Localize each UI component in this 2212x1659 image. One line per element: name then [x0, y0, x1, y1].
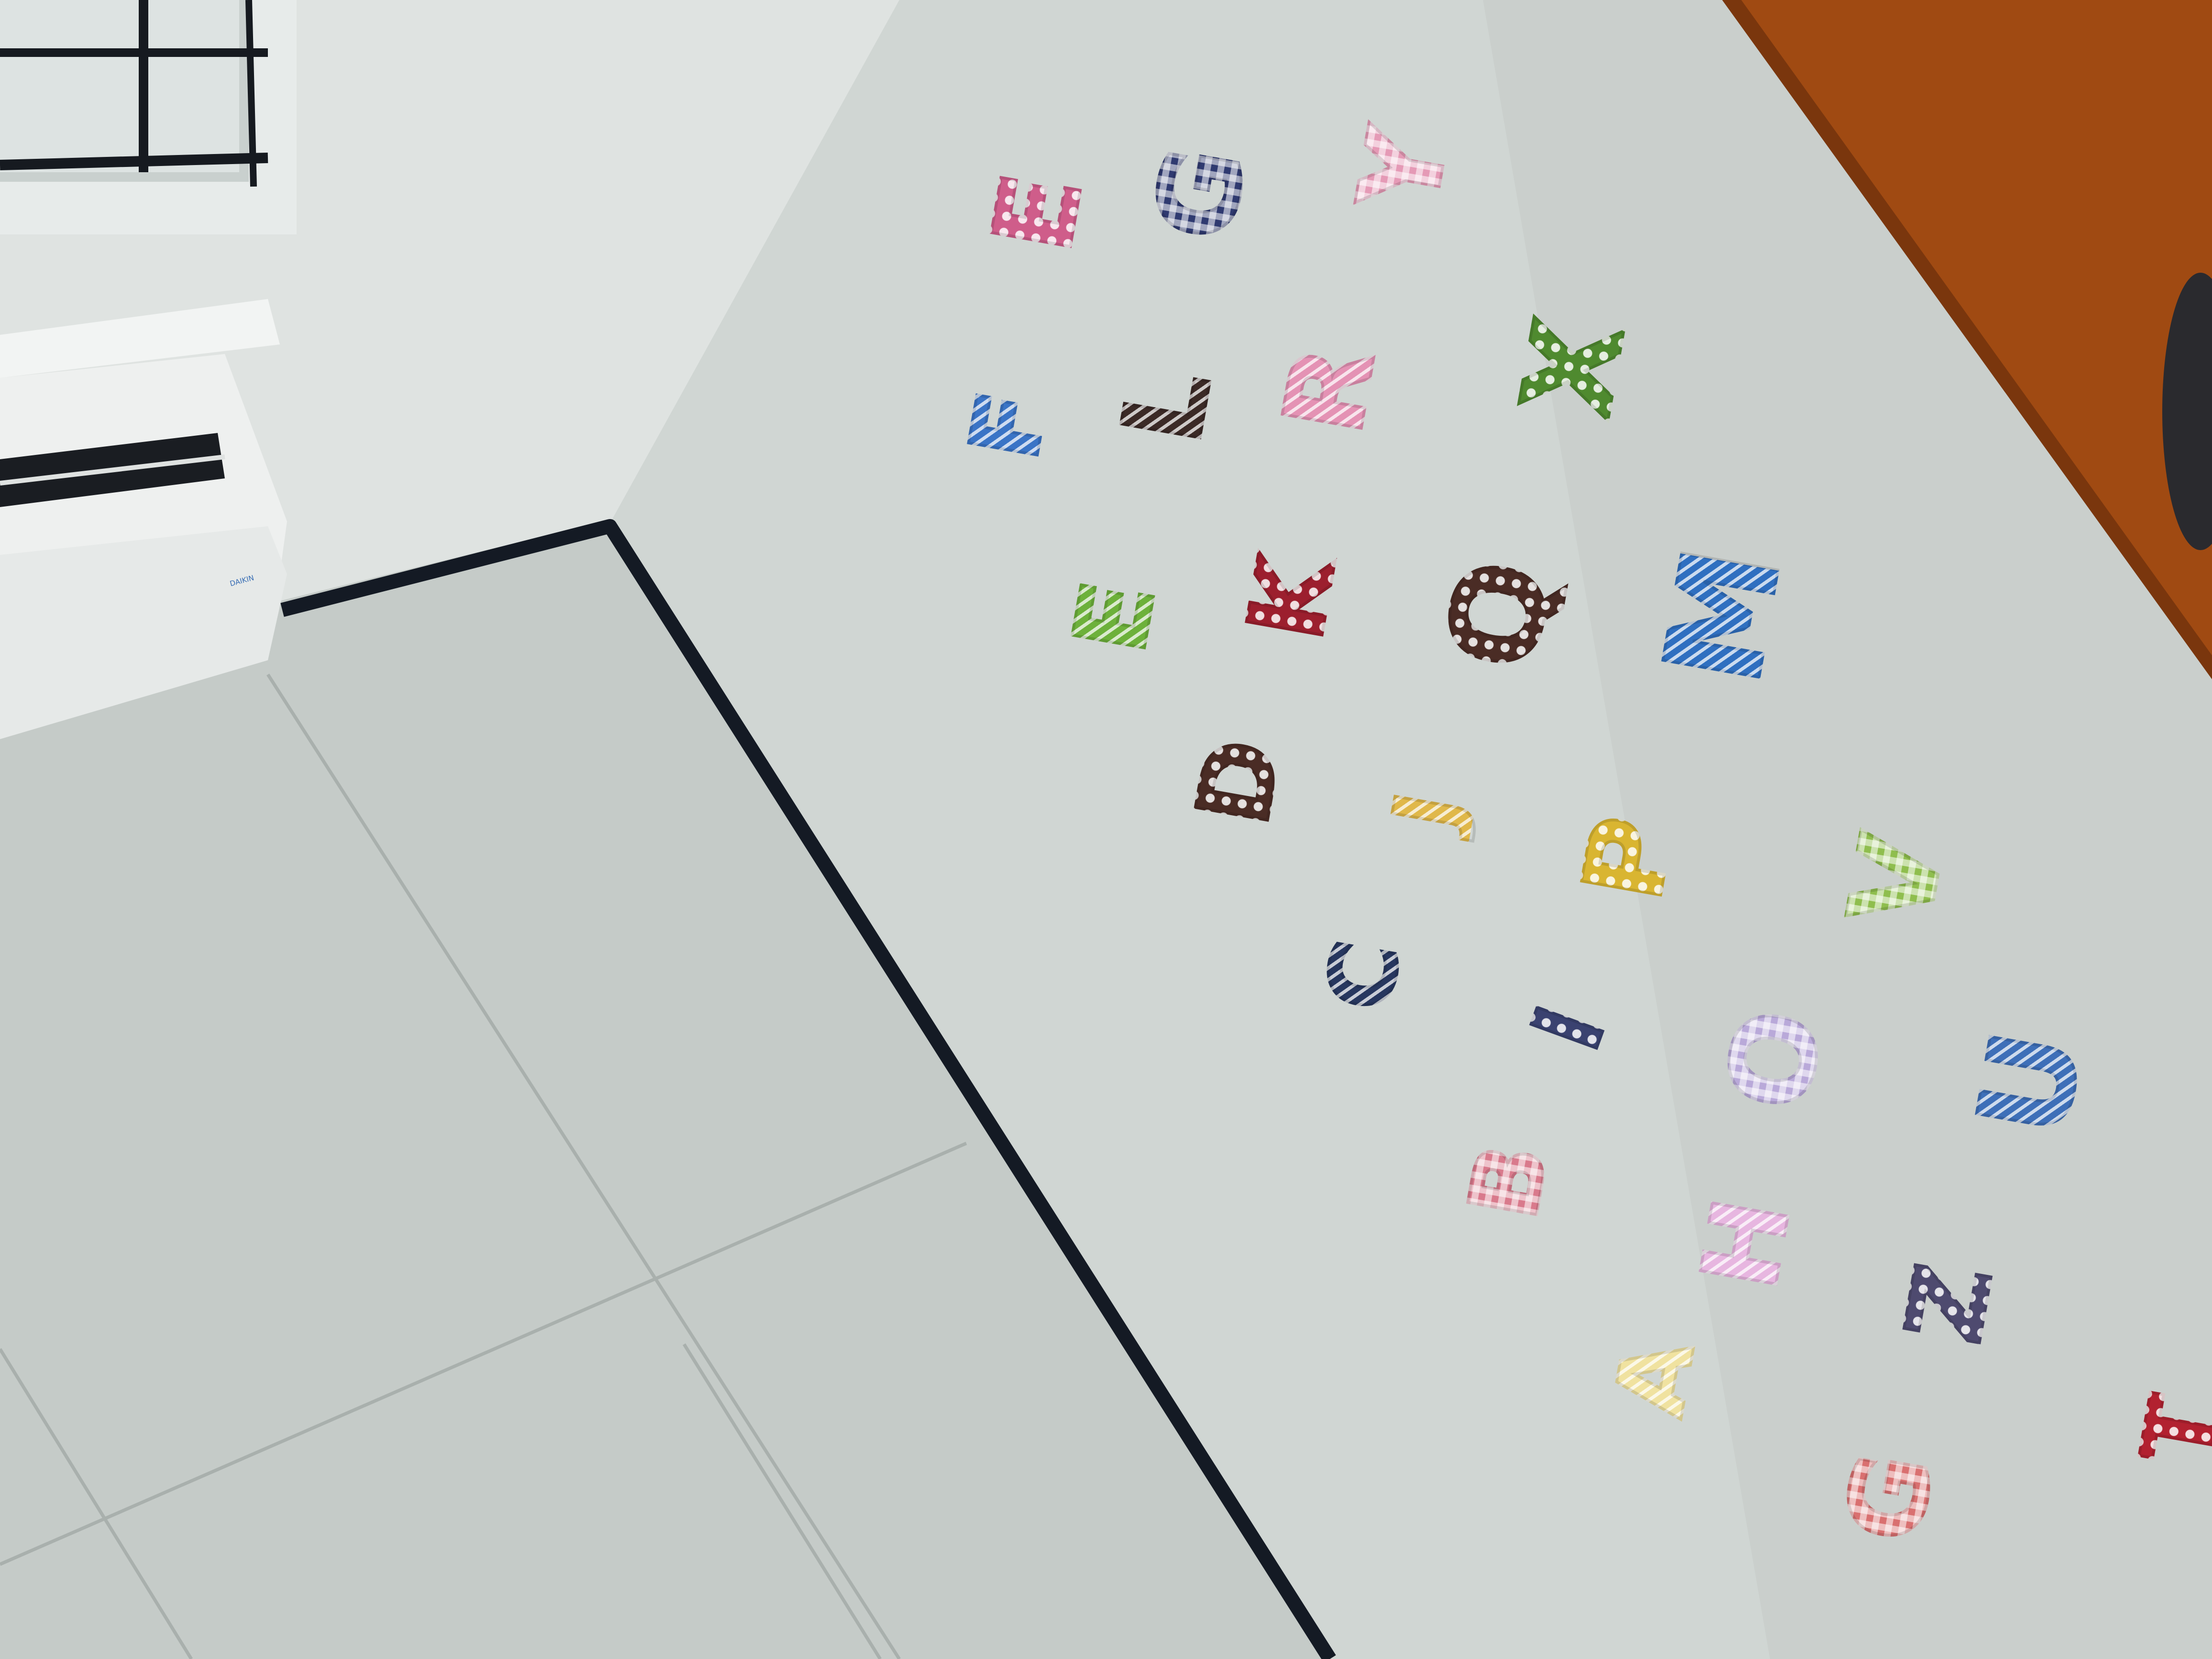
- letter-sticker-a: A: [1592, 1327, 1717, 1428]
- letter-sticker-e: E: [1049, 564, 1179, 671]
- letter-sticker-m: M: [1634, 535, 1813, 696]
- letter-sticker-c: C: [1304, 928, 1423, 1024]
- letter-sticker-j: J: [1371, 763, 1484, 859]
- letter-sticker-e: E: [967, 155, 1108, 271]
- letter-sticker-t: T: [2119, 1380, 2212, 1481]
- window: [0, 0, 297, 234]
- letter-sticker-k: K: [1223, 542, 1360, 653]
- letter-sticker-f: F: [947, 375, 1071, 476]
- letter-sticker-g: G: [1128, 135, 1272, 252]
- letter-sticker-d: D: [1172, 729, 1305, 836]
- letter-sticker-l: L: [1096, 348, 1237, 465]
- letter-sticker-v: V: [1822, 819, 1972, 941]
- letter-sticker-p: P: [1557, 800, 1700, 917]
- letter-sticker-z: Z: [1881, 1248, 2018, 1359]
- letter-sticker-y: Y: [1333, 111, 1475, 228]
- room-scene: DAIKIN EGYFLRXEKQMDJPVCIOUBHZAGT: [0, 0, 2212, 1659]
- letter-sticker-b: B: [1447, 1131, 1571, 1232]
- letter-sticker-o: O: [1699, 998, 1850, 1121]
- letter-sticker-g: G: [1820, 1441, 1959, 1553]
- letter-sticker-h: H: [1677, 1188, 1815, 1299]
- letter-sticker-u: U: [1949, 1018, 2112, 1150]
- letter-sticker-r: R: [1258, 332, 1402, 448]
- letter-sticker-q: Q: [1418, 549, 1582, 681]
- letter-sticker-x: X: [1493, 302, 1655, 434]
